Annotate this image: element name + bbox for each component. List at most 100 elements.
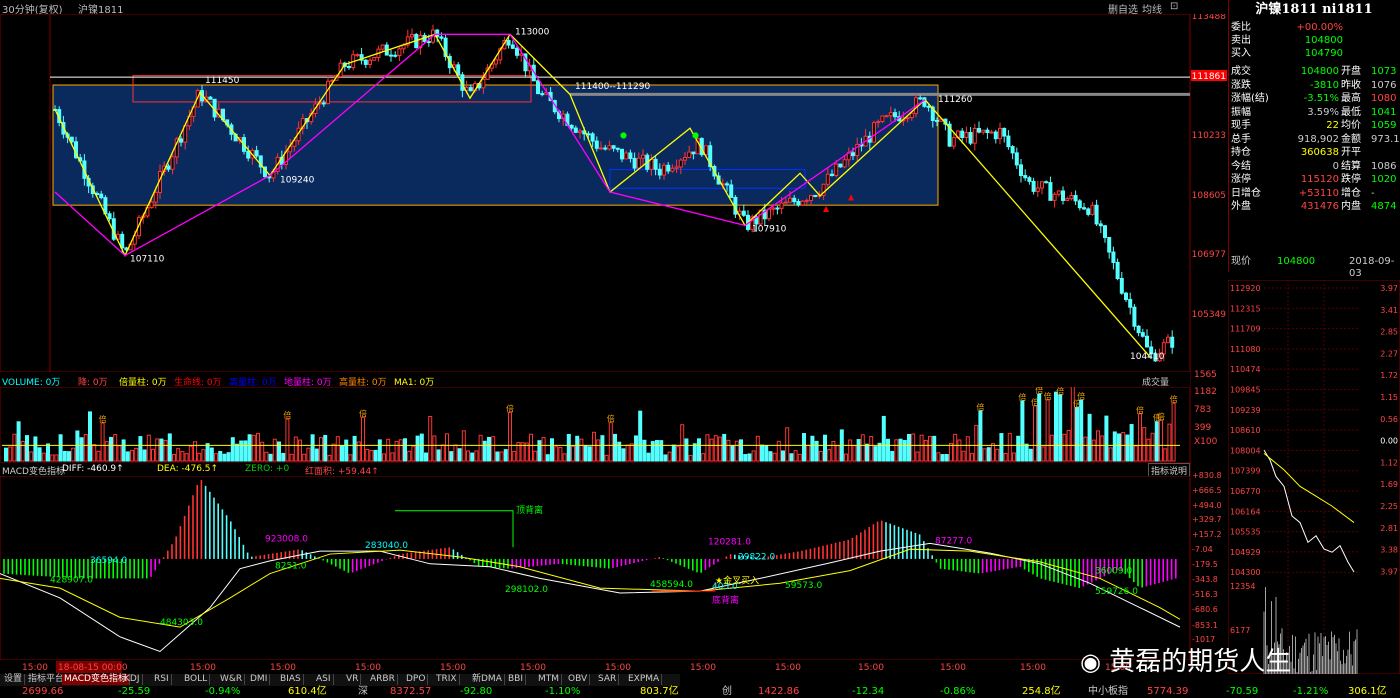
mini-price-tick: 108610 (1230, 426, 1261, 435)
indicator-tab[interactable]: ARBR (368, 674, 398, 685)
macd-chart[interactable]: 36594.0 428907.0 484303.0 923008.0 8251.0 283… (0, 476, 1190, 660)
candle-body (1115, 261, 1120, 279)
indicator-tab[interactable]: BBI (506, 674, 527, 685)
volume-bar (302, 453, 307, 462)
stat-value: 918,902 (1297, 133, 1339, 145)
volume-bar (264, 451, 269, 462)
candle-body (1065, 198, 1070, 201)
volume-bar (541, 437, 546, 462)
macd-annotation: 428907.0 (50, 575, 93, 585)
candle-body (981, 129, 986, 133)
volume-bar (936, 452, 941, 462)
indicator-tab[interactable]: MTM (536, 674, 563, 685)
volume-bar (1100, 435, 1105, 462)
volume-header: VOLUME: 0万 降: 0万 倍量柱: 0万 生命线: 0万 高量柱: 0万 地量柱:… (0, 374, 1190, 388)
volume-bar (394, 440, 399, 462)
volume-bar (1058, 394, 1063, 462)
indicator-tab[interactable]: OBV (566, 674, 591, 685)
volume-bar (982, 448, 987, 462)
stat-label: 涨跌 (1231, 79, 1251, 91)
macd-legend-item: DIFF: -460.9↑ (62, 464, 124, 474)
window-toggle-icon[interactable]: ⊡ (1170, 1, 1178, 12)
sell-signal-icon: ▲ (848, 193, 855, 202)
volume-bar (113, 434, 118, 462)
volume-bar (1154, 421, 1159, 462)
chart-title-bar: 30分钟(复权) 沪镍1811 删自选 均线 ⊡ (0, 0, 1190, 16)
volume-tag: 倍 (1044, 391, 1052, 401)
volume-bar (356, 441, 361, 462)
indicator-tab[interactable]: DMI (248, 674, 271, 685)
stat-label: 最低 (1341, 106, 1361, 118)
indicator-tab[interactable]: RSI (152, 674, 172, 685)
index-value: 5774.39 (1147, 686, 1189, 697)
volume-bar (1045, 399, 1050, 462)
time-tick: 18-08-15 00:00 (58, 663, 128, 673)
candle-body (1098, 223, 1103, 227)
volume-bar (193, 441, 197, 462)
indicator-tab[interactable]: ASI (314, 674, 334, 685)
volume-bar (478, 434, 483, 462)
index-value: 610.4亿 (288, 686, 327, 697)
volume-bar (1079, 399, 1084, 462)
stat-value: 115120 (1300, 174, 1339, 185)
indicator-tab[interactable]: KDJ (122, 674, 143, 685)
intraday-mini-chart[interactable]: 112920 112315 111709 111080 110474 109845 1092… (1228, 280, 1400, 674)
candle-body (842, 159, 847, 168)
candle-body (456, 64, 461, 76)
macd-annotation: 底背离 (712, 594, 739, 606)
level-label: 107110 (130, 254, 165, 264)
stat-label: 结算 (1341, 160, 1361, 172)
volume-bar (298, 439, 302, 462)
volume-bar (768, 451, 773, 462)
mini-pct-tick: 3.97 (1380, 284, 1398, 293)
stat-value: 1059 (1371, 120, 1397, 131)
volume-bar (1070, 387, 1075, 462)
indicator-tab[interactable]: 新DMA (470, 674, 505, 685)
indicator-tab[interactable]: BOLL (182, 674, 211, 685)
indicator-tab[interactable]: DPO (404, 674, 429, 685)
candle-body (246, 150, 251, 159)
index-value: 803.7亿 (640, 686, 679, 697)
candle-body (800, 200, 805, 206)
macd-tick: -1017 (1192, 635, 1215, 644)
level-label: 111400--111290 (575, 82, 650, 92)
candle-body (1132, 306, 1137, 327)
volume-chart[interactable]: 倍倍倍倍倍倍倍倍倍倍倍倍倍倍倍倍倍倍 (0, 387, 1190, 463)
candle-body (1002, 127, 1007, 137)
stat-value: - (1371, 187, 1375, 199)
indicator-tab[interactable]: SAR (596, 674, 620, 685)
indicator-tab[interactable]: BIAS (278, 674, 304, 685)
candle-body (888, 112, 893, 117)
indicator-tab[interactable]: MACD变色指标 (62, 674, 130, 685)
candle-body (494, 59, 498, 65)
indicator-tab[interactable]: W&R (218, 674, 246, 685)
volume-bar (772, 452, 777, 462)
level-label: 109240 (280, 176, 315, 186)
candle-body (691, 151, 696, 155)
candle-body (960, 130, 965, 138)
candle-body (993, 131, 998, 140)
stat-label: 持仓 (1231, 147, 1251, 158)
candle-body (725, 183, 729, 186)
indicator-tab[interactable]: VR (344, 674, 362, 685)
stat-label: 昨收 (1341, 79, 1361, 91)
macd-tick: -7.04 (1192, 545, 1213, 554)
volume-bar (764, 445, 769, 462)
volume-tick: X100 (1194, 437, 1218, 447)
volume-bar (856, 439, 861, 462)
volume-bar (923, 439, 928, 462)
indicator-tab[interactable]: EXPMA (626, 674, 663, 685)
volume-bar (1016, 435, 1021, 462)
volume-bar (1121, 432, 1126, 462)
volume-bar (789, 453, 794, 462)
candle-body (506, 40, 511, 46)
time-tick: 15:00 (940, 663, 966, 673)
volume-bar (1117, 433, 1121, 462)
macd-annotation: 120281.0 (708, 537, 751, 547)
volume-bar (587, 446, 592, 462)
indicator-tab[interactable]: 指标平台 (26, 674, 68, 685)
candlestick-chart[interactable]: 113000 111450 111400--111290 111260 109240 10… (0, 14, 1190, 372)
indicator-tab[interactable]: TRIX (434, 674, 460, 685)
volume-bar (562, 453, 567, 462)
indicator-tab[interactable]: 设置 (2, 674, 26, 685)
